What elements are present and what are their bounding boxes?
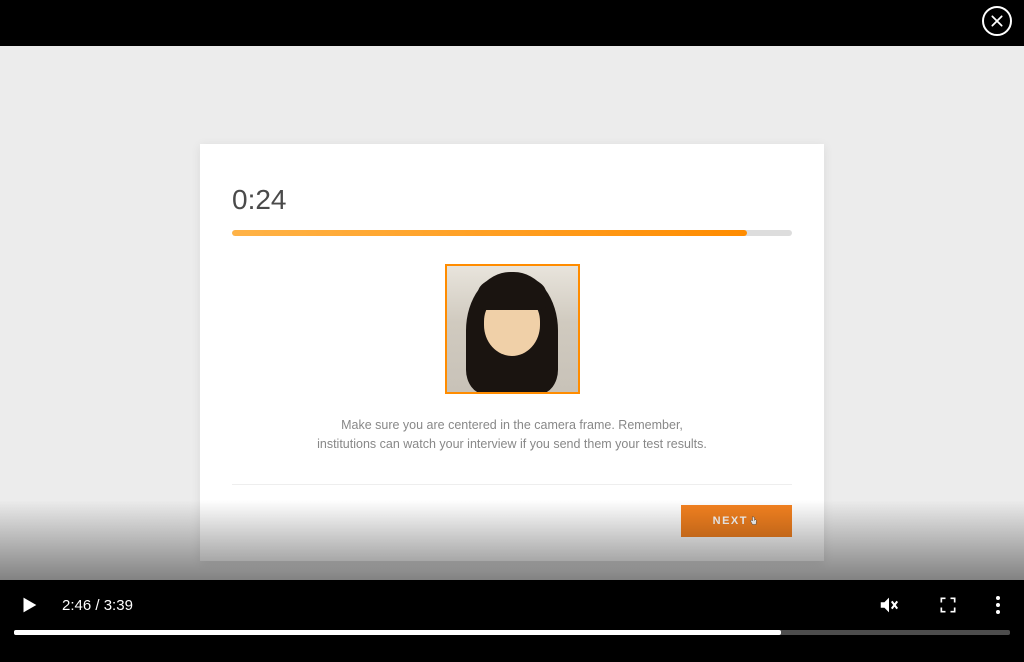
fullscreen-icon (938, 595, 958, 615)
more-options-button[interactable] (992, 592, 1004, 618)
more-dots-icon (996, 596, 1000, 600)
controls-row: 2:46 / 3:39 (0, 580, 1024, 622)
time-display: 2:46 / 3:39 (62, 597, 133, 614)
card-progress-fill (232, 230, 747, 236)
cursor-hand-icon (748, 515, 760, 527)
current-time: 2:46 (62, 597, 91, 614)
volume-muted-icon (878, 594, 900, 616)
volume-muted-button[interactable] (874, 590, 904, 620)
close-x-icon (990, 14, 1004, 28)
time-separator: / (91, 597, 104, 614)
controls-left: 2:46 / 3:39 (14, 590, 133, 620)
camera-check-card: 0:24 Make sure you are centered in the c… (200, 144, 824, 561)
card-progress-track (232, 230, 792, 236)
instruction-text: Make sure you are centered in the camera… (312, 416, 712, 454)
duration: 3:39 (104, 597, 133, 614)
play-button[interactable] (14, 590, 44, 620)
controls-right (874, 590, 1004, 620)
next-button-label: NEXT (713, 515, 748, 527)
content-area: 0:24 Make sure you are centered in the c… (0, 46, 1024, 580)
button-row: NEXT (232, 505, 792, 537)
fullscreen-button[interactable] (934, 591, 962, 619)
video-progress-track[interactable] (14, 630, 1010, 635)
divider (232, 484, 792, 485)
countdown-timer: 0:24 (232, 184, 792, 216)
video-progress-fill (14, 630, 781, 635)
video-player-controls: 2:46 / 3:39 (0, 580, 1024, 662)
camera-preview-image (447, 266, 578, 392)
play-icon (18, 594, 40, 616)
camera-preview (445, 264, 580, 394)
next-button[interactable]: NEXT (681, 505, 792, 537)
top-bar (0, 0, 1024, 46)
close-button[interactable] (982, 6, 1012, 36)
